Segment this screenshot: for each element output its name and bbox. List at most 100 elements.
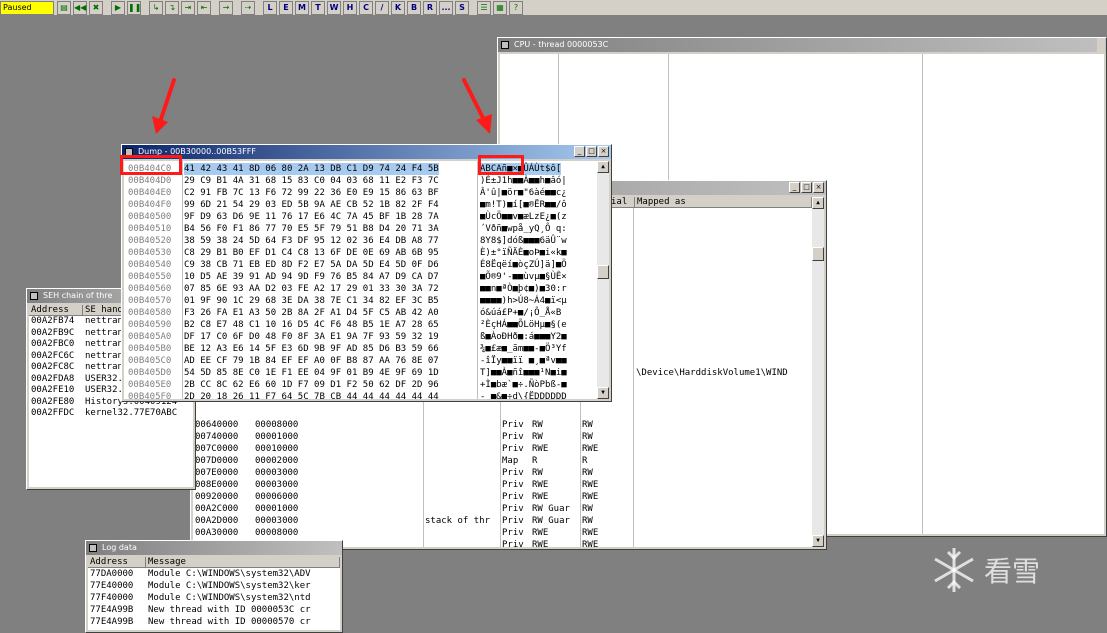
cell-address: 77E4A99B <box>90 617 134 627</box>
dump-line[interactable]: 00B40540 C9 38 CB 71 EB ED 8D F2 E7 5A DA… <box>124 259 597 271</box>
table-row[interactable]: 00640000 00008000 Priv RW RW <box>193 419 812 431</box>
table-row[interactable]: 00A30000 00008000 Priv RWE RWE <box>193 527 812 539</box>
toolbar-button[interactable]: B <box>407 1 421 15</box>
scroll-thumb[interactable] <box>597 265 609 279</box>
scroll-up-arrow[interactable]: ▲ <box>812 197 824 209</box>
toolbar-button[interactable]: ☰ <box>477 1 491 15</box>
col-address[interactable]: Address <box>29 305 83 315</box>
cpu-titlebar[interactable]: CPU - thread 0000053C <box>498 38 1106 52</box>
dump-line[interactable]: 00B40570 01 9F 90 1C 29 68 3E DA 38 7E C1… <box>124 295 597 307</box>
toolbar-button[interactable]: ❚❚ <box>127 1 141 15</box>
toolbar-button[interactable]: E <box>279 1 293 15</box>
scroll-thumb[interactable] <box>812 247 824 261</box>
toolbar-button[interactable]: K <box>391 1 405 15</box>
table-row[interactable]: 00740000 00001000 Priv RW RW <box>193 431 812 443</box>
col-initial[interactable]: ial <box>609 197 635 207</box>
dump-line[interactable]: 00B404C0 41 42 43 41 8D 06 80 2A 13 DB C1… <box>124 163 597 175</box>
table-row[interactable]: 00A2C000 00001000 Priv RW Guar RW <box>193 503 812 515</box>
dump-line[interactable]: 00B40590 B2 C8 E7 48 C1 10 16 D5 4C F6 48… <box>124 319 597 331</box>
toolbar-button[interactable]: → <box>219 1 233 15</box>
cell-access: RW <box>532 420 543 430</box>
toolbar-button[interactable]: ▤ <box>57 1 71 15</box>
dump-line[interactable]: 00B404D0 29 C9 B1 4A 31 68 15 83 C0 04 03… <box>124 175 597 187</box>
dump-ascii: -îÏy■■ïï ■¸■ªv■■ <box>480 356 567 366</box>
toolbar-button[interactable]: C <box>359 1 373 15</box>
cell-owner <box>423 503 500 515</box>
dump-line[interactable]: 00B40560 07 85 6E 93 AA D2 03 FE A2 17 29… <box>124 283 597 295</box>
maximize-button[interactable]: □ <box>586 146 597 157</box>
scroll-up-arrow[interactable]: ▲ <box>597 161 609 173</box>
close-button[interactable]: × <box>598 146 609 157</box>
dump-line[interactable]: 00B40520 38 59 38 24 5D 64 F3 DF 95 12 02… <box>124 235 597 247</box>
toolbar-button[interactable]: ⇢ <box>241 1 255 15</box>
main-toolbar: Paused ▤ ◀◀ ✖ ▶ ❚❚ ↳ ↴ ⇥ ⇤ → ⇢ L E M T W H C / K B R... S ☰ ▦? <box>0 0 1107 16</box>
dump-line[interactable]: 00B40510 B4 56 F0 F1 86 77 70 E5 5F 79 51… <box>124 223 597 235</box>
col-mapped-as[interactable]: Mapped as <box>635 197 812 207</box>
toolbar-button[interactable]: R <box>423 1 437 15</box>
dump-window[interactable]: Dump - 00B30000..00B53FFF _ □ × 00B404C0… <box>121 144 612 402</box>
cell-size: 00008000 <box>255 528 299 538</box>
dump-line[interactable]: 00B405E0 2B CC 8C 62 E6 60 1D F7 09 D1 F2… <box>124 379 597 391</box>
toolbar-button[interactable]: ✖ <box>89 1 103 15</box>
log-entry[interactable]: 77F40000 Module C:\WINDOWS\system32\ntd <box>88 592 340 604</box>
table-row[interactable]: 007E0000 00003000 Priv RW RW <box>193 467 812 479</box>
dump-line[interactable]: 00B404F0 99 6D 21 54 29 03 ED 5B 9A AE CB… <box>124 199 597 211</box>
scroll-down-arrow[interactable]: ▼ <box>812 535 824 547</box>
table-row[interactable]: 00A2FFDC kernel32.77E70ABC <box>29 408 193 420</box>
table-row[interactable]: 00A2D000 00003000 stack of thr Priv RW Guar R… <box>193 515 812 527</box>
toolbar-button[interactable]: ↳ <box>149 1 163 15</box>
col-address[interactable]: Address <box>88 557 146 567</box>
dump-line[interactable]: 00B40530 C8 29 B1 B0 EF D1 C4 C8 13 6F DE… <box>124 247 597 259</box>
toolbar-button[interactable]: ◀◀ <box>73 1 87 15</box>
annotation-arrow-left <box>152 78 176 134</box>
toolbar-button[interactable]: ▦ <box>493 1 507 15</box>
dump-line[interactable]: 00B40500 9F D9 63 D6 9E 11 76 17 E6 4C 7A… <box>124 211 597 223</box>
toolbar-button[interactable]: H <box>343 1 357 15</box>
toolbar-button[interactable]: ⇤ <box>197 1 211 15</box>
col-message[interactable]: Message <box>146 557 340 567</box>
table-row[interactable]: 007C0000 00010000 Priv RWE RWE <box>193 443 812 455</box>
maximize-button[interactable]: □ <box>801 182 812 193</box>
dump-line[interactable]: 00B404E0 C2 91 FB 7C 13 F6 72 99 22 36 E0… <box>124 187 597 199</box>
toolbar-button[interactable]: ? <box>509 1 523 15</box>
dump-line[interactable]: 00B40580 F3 26 FA E1 A3 50 2B 8A 2F A1 D4… <box>124 307 597 319</box>
dump-address: 00B405A0 <box>128 332 172 342</box>
log-entry[interactable]: 77E4A99B New thread with ID 00000570 cr <box>88 616 340 628</box>
dump-line[interactable]: 00B405C0 AD EE CF 79 1B 84 EF EF A0 0F B8… <box>124 355 597 367</box>
toolbar-button[interactable]: T <box>311 1 325 15</box>
dump-line[interactable]: 00B405A0 DF 17 C0 6F D0 48 F0 8F 3A E1 9A… <box>124 331 597 343</box>
minimize-button[interactable]: _ <box>574 146 585 157</box>
toolbar-button[interactable]: M <box>295 1 309 15</box>
dump-line[interactable]: 00B405B0 BE 12 A3 E6 14 5F E3 6D 9B 9F AD… <box>124 343 597 355</box>
table-row[interactable]: 00920000 00006000 Priv RWE RWE <box>193 491 812 503</box>
toolbar-button[interactable]: S <box>455 1 469 15</box>
toolbar-button[interactable]: ⇥ <box>181 1 195 15</box>
dump-line[interactable]: 00B40550 10 D5 AE 39 91 AD 94 9D F9 76 B5… <box>124 271 597 283</box>
toolbar-button[interactable]: L <box>263 1 277 15</box>
toolbar-button[interactable]: W <box>327 1 341 15</box>
scroll-down-arrow[interactable]: ▼ <box>597 387 609 399</box>
cell-address: 77E40000 <box>90 581 134 591</box>
log-window[interactable]: Log data Address Message 77DA0000 Module … <box>85 540 343 633</box>
toolbar-button[interactable]: / <box>375 1 389 15</box>
table-row[interactable]: 008E0000 00003000 Priv RWE RWE <box>193 479 812 491</box>
log-entry[interactable]: 77DA0000 Module C:\WINDOWS\system32\ADV <box>88 568 340 580</box>
toolbar-button[interactable]: ... <box>439 1 453 15</box>
log-entry[interactable]: 77E40000 Module C:\WINDOWS\system32\ker <box>88 580 340 592</box>
close-button[interactable]: × <box>813 182 824 193</box>
log-table[interactable]: Address Message 77DA0000 Module C:\WINDOW… <box>88 557 340 630</box>
dump-line[interactable]: 00B405D0 54 5D 85 8E C0 1E F1 EE 04 9F 01… <box>124 367 597 379</box>
dump-titlebar[interactable]: Dump - 00B30000..00B53FFF _ □ × <box>122 145 611 159</box>
toolbar-button[interactable]: ▶ <box>111 1 125 15</box>
minimize-button[interactable]: _ <box>789 182 800 193</box>
dump-pane[interactable]: 00B404C0 41 42 43 41 8D 06 80 2A 13 DB C1… <box>124 161 597 399</box>
log-titlebar[interactable]: Log data <box>86 541 342 555</box>
memory-map-scrollbar[interactable]: ▲ ▼ <box>812 197 824 547</box>
dump-ascii: ■■n■ªÒ■þ¢■)■30:r <box>480 284 567 294</box>
dump-rows: 00B404C0 41 42 43 41 8D 06 80 2A 13 DB C1… <box>124 163 597 399</box>
dump-scrollbar[interactable]: ▲ ▼ <box>597 161 609 399</box>
table-row[interactable]: 007D0000 00002000 Map R R <box>193 455 812 467</box>
toolbar-button[interactable]: ↴ <box>165 1 179 15</box>
dump-line[interactable]: 00B405F0 2D 20 18 26 11 F7 64 5C 7B CB 44… <box>124 391 597 399</box>
log-entry[interactable]: 77E4A99B New thread with ID 0000053C cr <box>88 604 340 616</box>
